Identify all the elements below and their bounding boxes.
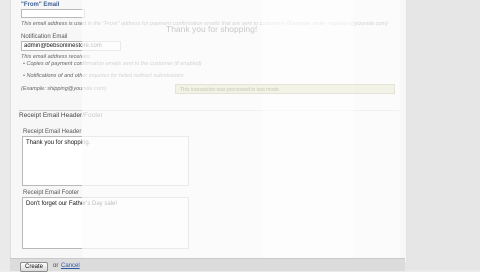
from-email-field[interactable]: [21, 9, 85, 18]
notification-email-label: Notification Email: [21, 34, 68, 40]
cancel-link[interactable]: Cancel: [61, 263, 80, 269]
from-email-label: "From" Email: [21, 2, 60, 8]
receipt-preview-overlay: Thank you for shopping! This transaction…: [82, 0, 400, 262]
receipt-preview-column: [262, 0, 354, 262]
receipt-footer-label: Receipt Email Footer: [23, 190, 80, 196]
receipt-header-label: Receipt Email Header: [23, 129, 82, 135]
or-text: or: [53, 263, 59, 269]
notification-help-intro: This email address receives:: [21, 54, 91, 60]
page-background: "From" Email This email address is used …: [0, 0, 480, 272]
right-margin: [405, 0, 480, 270]
create-button[interactable]: Create: [20, 262, 49, 272]
preview-title: Thank you for shopping!: [166, 24, 258, 34]
preview-test-mode-notice: This transaction was processed in test m…: [175, 84, 395, 94]
